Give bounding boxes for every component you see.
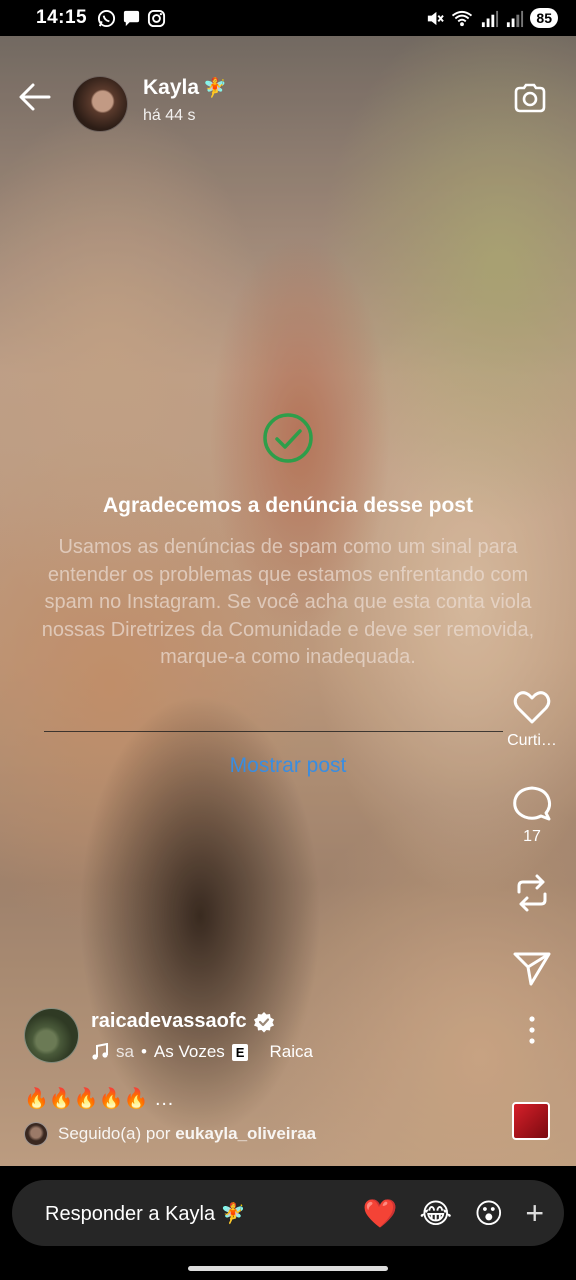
followed-prefix: Seguido(a) por bbox=[58, 1124, 171, 1143]
music-extra: Raica bbox=[269, 1042, 313, 1061]
repost-button[interactable] bbox=[502, 872, 562, 914]
report-body: Usamos as denúncias de spam como um sina… bbox=[41, 536, 535, 668]
divider bbox=[44, 731, 503, 732]
share-button[interactable] bbox=[502, 946, 562, 988]
reaction-wow[interactable]: 😮 bbox=[474, 1197, 503, 1230]
report-confirmation: Agradecemos a denúncia desse post Usamos… bbox=[0, 412, 576, 672]
reply-bar: Responder a Kayla 🧚 ❤️ 😂 😮 + bbox=[0, 1166, 576, 1280]
chat-icon bbox=[122, 9, 141, 28]
post-caption[interactable]: 🔥🔥🔥🔥🔥 … bbox=[24, 1086, 174, 1111]
like-button[interactable]: Curti… bbox=[502, 686, 562, 750]
author-avatar[interactable] bbox=[24, 1008, 79, 1063]
more-options-button[interactable] bbox=[502, 1014, 562, 1048]
quick-reactions: ❤️ 😂 😮 + bbox=[363, 1195, 544, 1232]
story-header: Kayla 🧚 há 44 s bbox=[0, 56, 576, 132]
music-artist: As Vozes bbox=[153, 1042, 225, 1061]
fairy-emoji: 🧚 bbox=[203, 78, 227, 99]
author-name-text: raicadevassaofc bbox=[91, 1010, 247, 1032]
wifi-icon bbox=[450, 9, 474, 28]
heart-icon bbox=[513, 691, 551, 724]
signal-icon bbox=[480, 9, 499, 28]
check-circle-icon bbox=[262, 412, 314, 464]
action-column: Curti… 17 bbox=[502, 686, 562, 1048]
screen: 14:15 85 Kayla 🧚 há 44 s Agradecemos a d… bbox=[0, 0, 576, 1280]
back-button[interactable] bbox=[16, 78, 54, 116]
more-vertical-icon bbox=[529, 1016, 535, 1044]
status-time: 14:15 bbox=[36, 7, 88, 28]
followed-by[interactable]: Seguido(a) por eukayla_oliveiraa bbox=[24, 1122, 316, 1146]
instagram-icon bbox=[147, 9, 166, 28]
system-status: 85 bbox=[425, 8, 558, 28]
comment-icon bbox=[513, 786, 552, 821]
like-label: Curti… bbox=[507, 732, 557, 749]
music-note-icon bbox=[92, 1043, 108, 1060]
home-indicator[interactable] bbox=[188, 1266, 388, 1271]
avatar[interactable] bbox=[72, 76, 128, 132]
reaction-heart[interactable]: ❤️ bbox=[363, 1197, 398, 1230]
send-icon bbox=[513, 952, 551, 986]
author-name[interactable]: raicadevassaofc bbox=[91, 1010, 275, 1033]
story-username[interactable]: Kayla 🧚 bbox=[143, 76, 227, 100]
music-info[interactable]: sa • As Vozes E Raica bbox=[91, 1042, 313, 1062]
notification-icons bbox=[97, 9, 166, 28]
report-title: Agradecemos a denúncia desse post bbox=[103, 494, 473, 517]
music-separator: • bbox=[140, 1042, 147, 1061]
comment-button[interactable]: 17 bbox=[502, 782, 562, 846]
username-text: Kayla bbox=[143, 76, 200, 99]
whatsapp-icon bbox=[97, 9, 116, 28]
follower-avatar bbox=[24, 1122, 48, 1146]
battery-indicator: 85 bbox=[530, 8, 558, 28]
show-post-button[interactable]: Mostrar post bbox=[0, 754, 576, 778]
music-title-fragment: sa bbox=[116, 1042, 134, 1061]
add-reaction-button[interactable]: + bbox=[525, 1195, 544, 1232]
verified-badge-icon bbox=[253, 1011, 274, 1032]
story-viewer[interactable]: Kayla 🧚 há 44 s Agradecemos a denúncia d… bbox=[0, 36, 576, 1166]
music-album-thumbnail[interactable] bbox=[512, 1102, 550, 1140]
comments-count: 17 bbox=[523, 828, 541, 845]
signal-icon bbox=[505, 9, 524, 28]
reaction-laugh[interactable]: 😂 bbox=[419, 1197, 452, 1230]
repost-icon bbox=[517, 874, 547, 912]
reply-input-container[interactable]: Responder a Kayla 🧚 ❤️ 😂 😮 + bbox=[12, 1180, 564, 1246]
follower-name: eukayla_oliveiraa bbox=[175, 1124, 317, 1143]
story-timestamp: há 44 s bbox=[143, 107, 196, 124]
status-bar: 14:15 85 bbox=[0, 0, 576, 36]
mute-icon bbox=[425, 9, 445, 28]
reply-input[interactable]: Responder a Kayla 🧚 bbox=[45, 1201, 246, 1226]
explicit-badge: E bbox=[231, 1043, 249, 1061]
camera-icon[interactable] bbox=[512, 80, 548, 116]
